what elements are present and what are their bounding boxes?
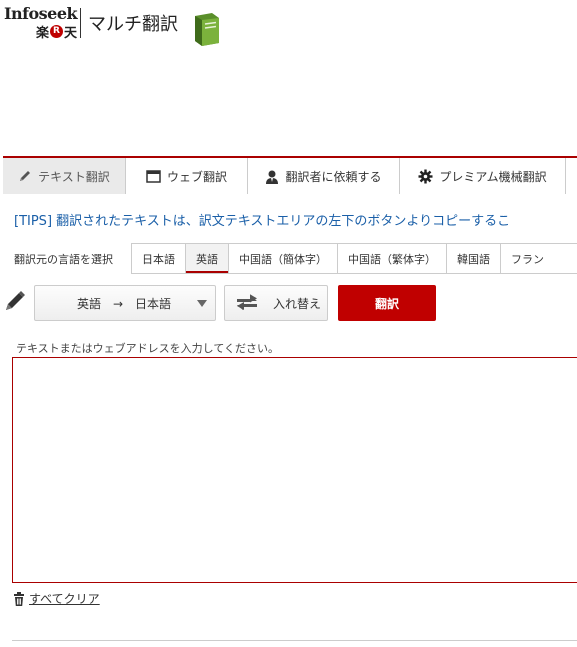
swap-arrows-icon — [237, 294, 257, 310]
swap-label: 入れ替え — [273, 296, 322, 311]
tab-label: テキスト翻訳 — [38, 169, 110, 184]
tab-label: プレミアム機械翻訳 — [439, 169, 547, 184]
tab-premium-mt[interactable]: プレミアム機械翻訳 — [400, 158, 566, 194]
tab-label: ウェブ翻訳 — [166, 169, 227, 184]
page-title: マルチ翻訳 — [88, 14, 178, 35]
rakuten-logo: 楽 R 天 — [36, 22, 77, 41]
tab-web-translation[interactable]: ウェブ翻訳 — [126, 158, 248, 194]
source-language-label: 翻訳元の言語を選択 — [14, 252, 113, 266]
logo-divider — [80, 8, 81, 38]
lang-tab-chinese-simplified[interactable]: 中国語（簡体字） — [229, 244, 338, 273]
direction-value: 英語 → 日本語 — [77, 296, 172, 311]
tab-overflow — [566, 158, 577, 194]
swap-button[interactable]: 入れ替え — [224, 285, 328, 321]
lang-tab-chinese-traditional[interactable]: 中国語（繁体字） — [338, 244, 447, 273]
clear-all-link[interactable]: すべてクリア — [29, 590, 100, 607]
clear-all-button[interactable]: すべてクリア — [13, 590, 100, 607]
book-icon — [192, 12, 222, 50]
direction-select[interactable]: 英語 → 日本語 — [34, 285, 216, 321]
rakuten-right-char: 天 — [64, 26, 78, 41]
trash-icon — [14, 591, 24, 606]
gear-icon — [418, 169, 433, 183]
rakuten-r-badge: R — [50, 25, 64, 38]
rakuten-left-char: 楽 — [36, 26, 50, 41]
source-text-input[interactable] — [12, 357, 577, 583]
lang-tab-japanese[interactable]: 日本語 — [132, 244, 186, 273]
tab-request-translator[interactable]: 翻訳者に依頼する — [248, 158, 400, 194]
translate-button[interactable]: 翻訳 — [338, 285, 436, 321]
source-language-tabs: 日本語 英語 中国語（簡体字） 中国語（繁体字） 韓国語 フラン — [131, 243, 577, 274]
input-hint: テキストまたはウェブアドレスを入力してください。 — [16, 342, 280, 355]
lang-tab-french[interactable]: フラン — [501, 244, 554, 273]
person-icon — [266, 170, 279, 184]
tips-text: [TIPS] 翻訳されたテキストは、訳文テキストエリアの左下のボタンよりコピーす… — [14, 214, 511, 229]
lang-tab-korean[interactable]: 韓国語 — [447, 244, 501, 273]
pencil-icon — [4, 290, 26, 316]
lang-tab-english[interactable]: 英語 — [186, 244, 229, 273]
tab-text-translation[interactable]: テキスト翻訳 — [3, 158, 126, 194]
source-language-row: 翻訳元の言語を選択 日本語 英語 中国語（簡体字） 中国語（繁体字） 韓国語 フ… — [3, 243, 577, 274]
infoseek-logo-text: Infoseek — [4, 4, 78, 23]
chevron-down-icon — [197, 300, 207, 307]
mode-tabs: テキスト翻訳 ウェブ翻訳 翻訳者に依頼する プレミアム機械翻訳 — [3, 156, 577, 194]
pencil-icon — [20, 171, 31, 181]
tab-label: 翻訳者に依頼する — [285, 169, 382, 184]
divider — [12, 640, 577, 641]
browser-window-icon — [146, 169, 161, 183]
